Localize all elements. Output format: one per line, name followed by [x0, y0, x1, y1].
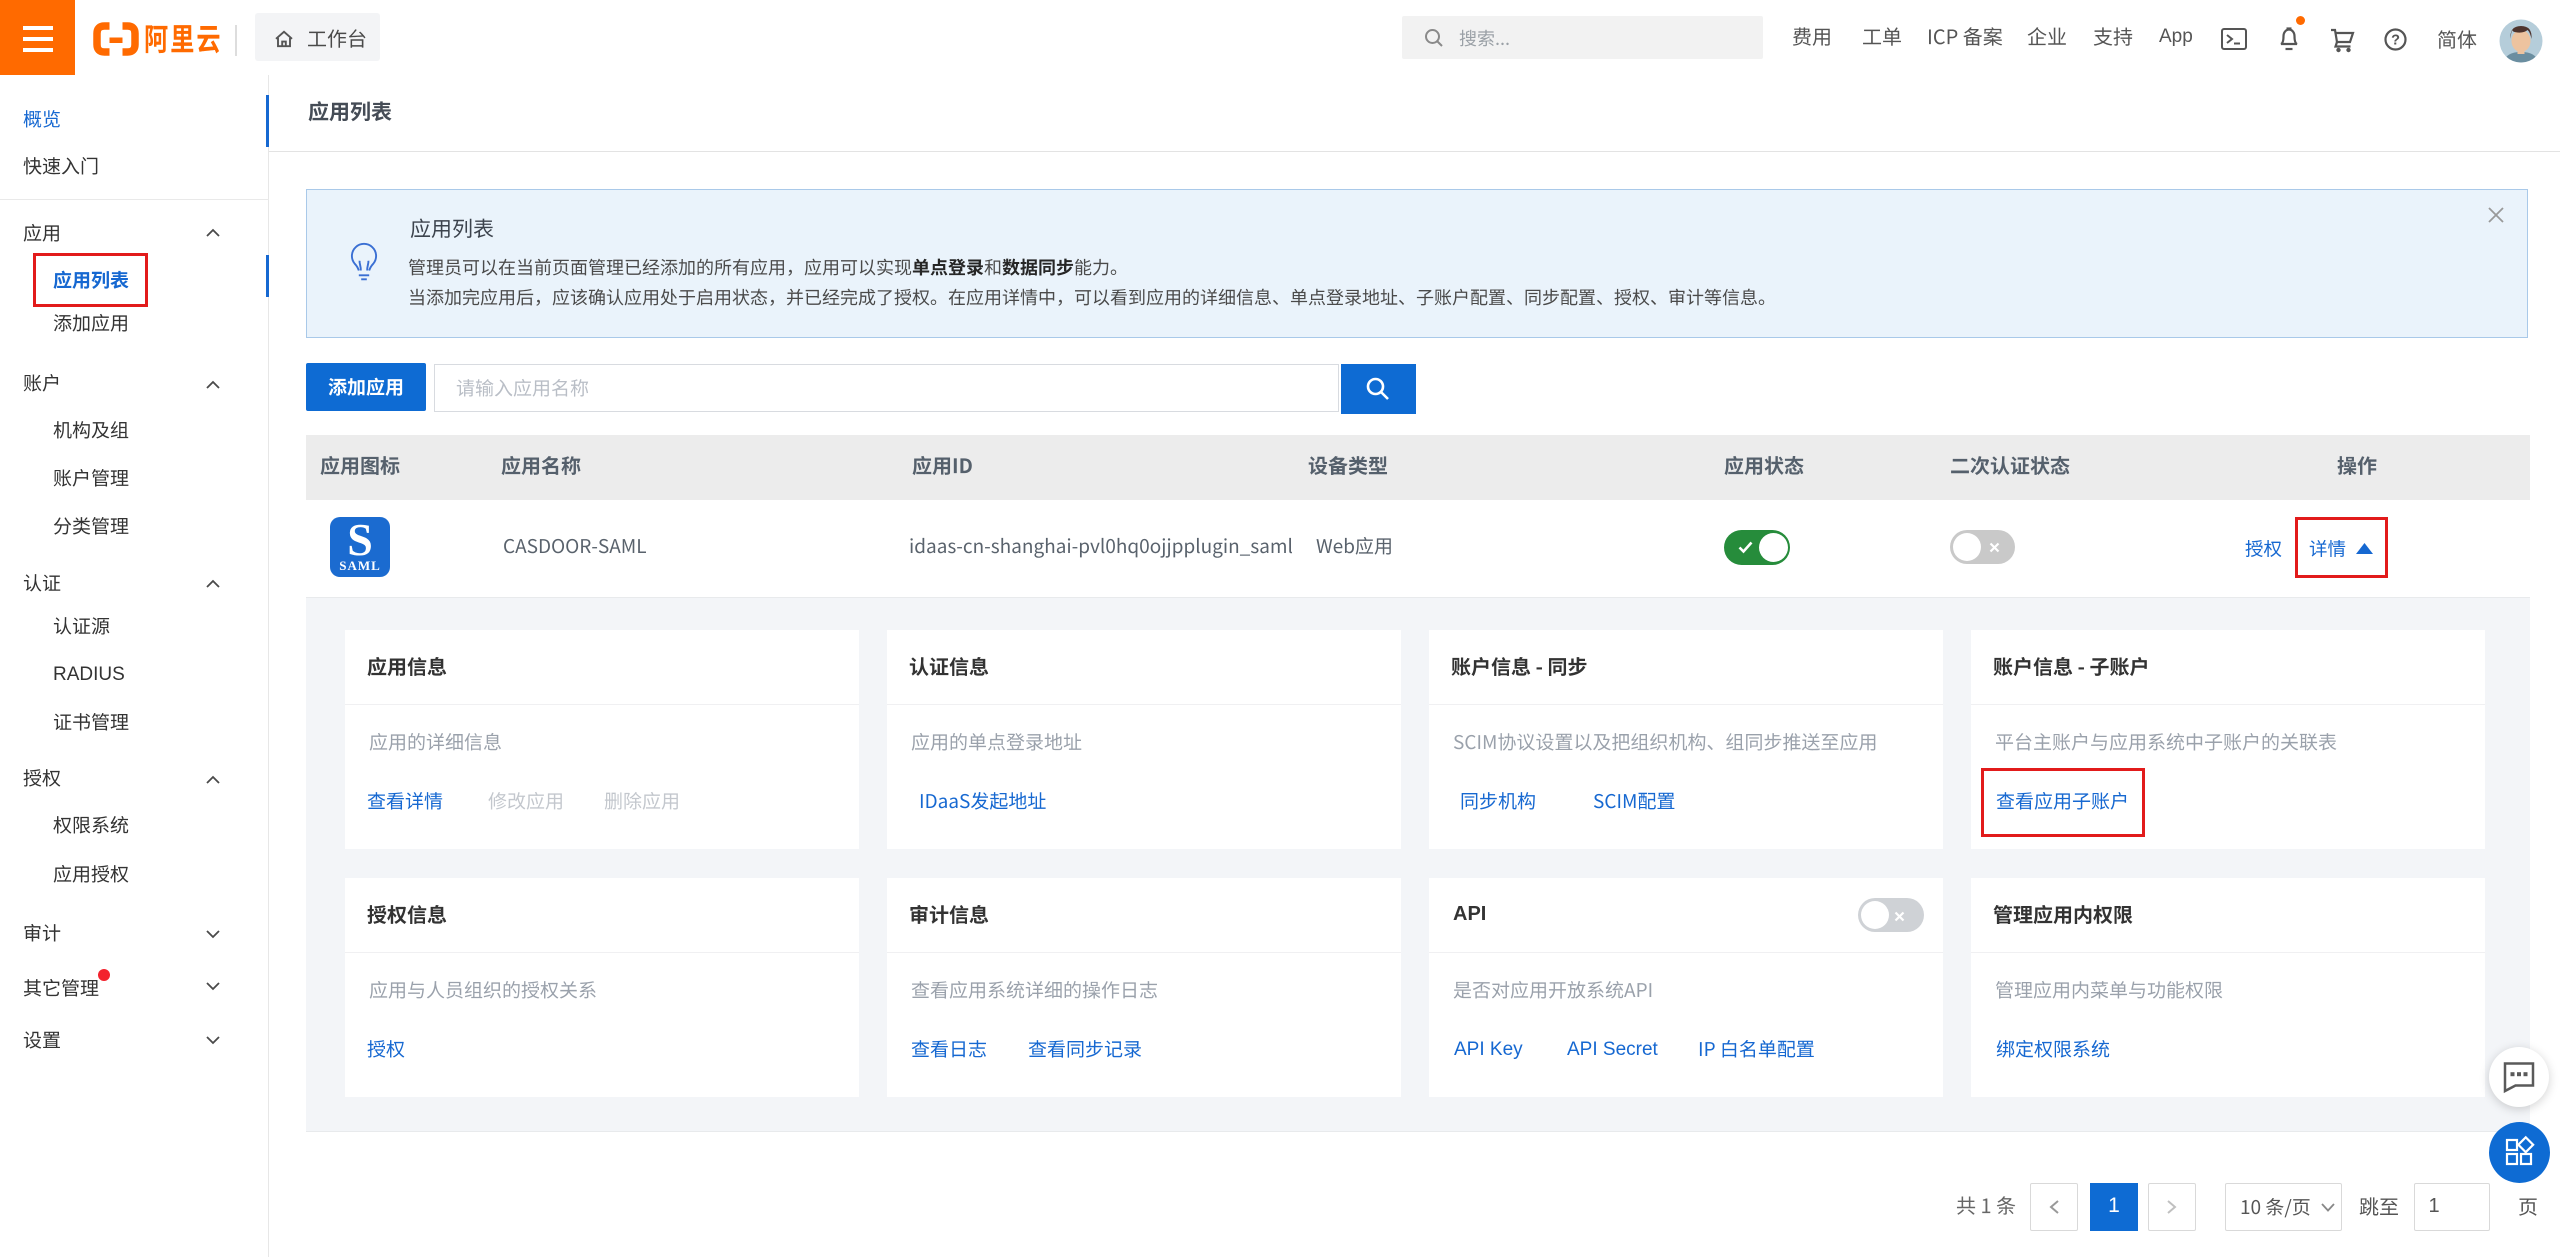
svg-text:?: ? — [2391, 33, 2400, 49]
